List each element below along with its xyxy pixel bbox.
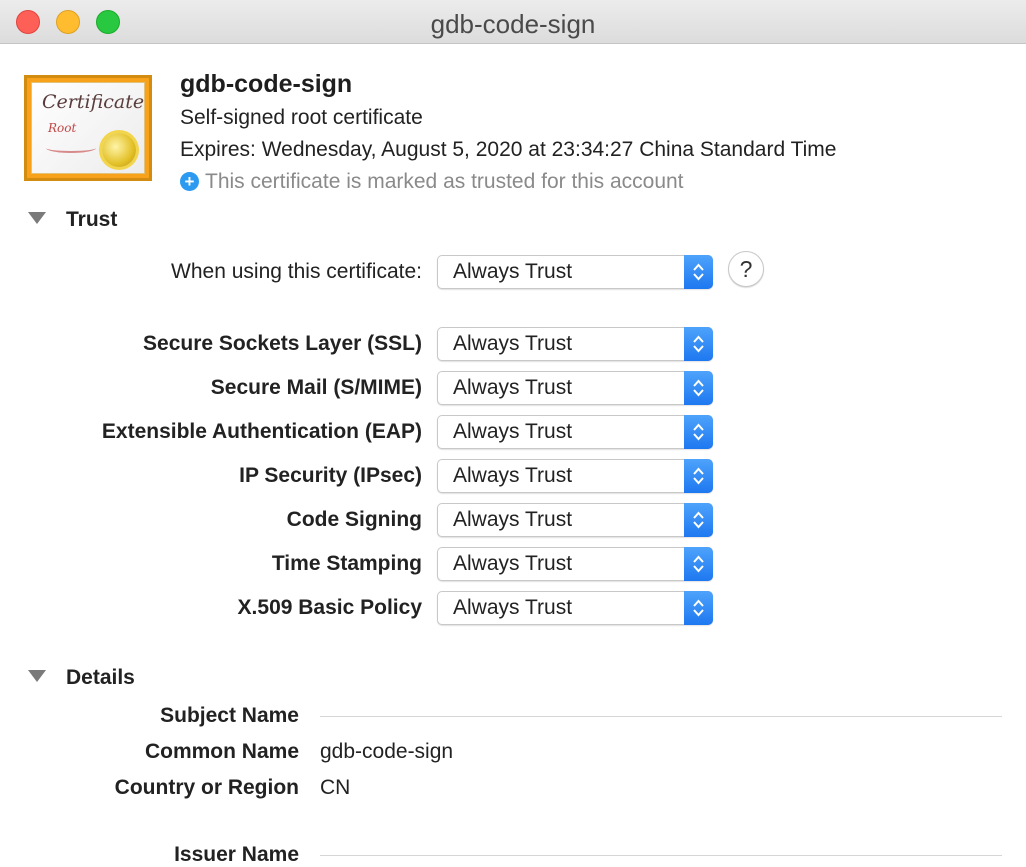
help-button[interactable]: ? (728, 251, 764, 287)
popup-arrows-icon (684, 459, 713, 493)
certificate-icon: Certificate Root (24, 75, 152, 181)
policy-popup-ipsec[interactable]: Always Trust (437, 459, 713, 493)
common-name-value: gdb-code-sign (320, 740, 454, 763)
trusted-note-text: This certificate is marked as trusted fo… (205, 170, 684, 193)
popup-arrows-icon (684, 371, 713, 405)
popup-value: Always Trust (453, 376, 573, 399)
certificate-expiry: Expires: Wednesday, August 5, 2020 at 23… (180, 138, 837, 161)
title-bar: gdb-code-sign (0, 0, 1026, 44)
country-value: CN (320, 776, 351, 799)
plus-icon: + (180, 172, 199, 191)
country-label: Country or Region (114, 776, 299, 799)
subject-name-label: Subject Name (160, 704, 299, 727)
certificate-swirl (46, 143, 96, 153)
issuer-name-label: Issuer Name (174, 843, 299, 866)
popup-value: Always Trust (453, 260, 573, 283)
policy-popup-ssl[interactable]: Always Trust (437, 327, 713, 361)
policy-label-ipsec: IP Security (IPsec) (239, 464, 422, 487)
popup-value: Always Trust (453, 508, 573, 531)
certificate-seal-icon (102, 133, 136, 167)
when-using-label: When using this certificate: (171, 260, 422, 283)
issuer-name-divider (320, 855, 1002, 856)
policy-label-x509: X.509 Basic Policy (237, 596, 422, 619)
popup-arrows-icon (684, 415, 713, 449)
popup-arrows-icon (684, 255, 713, 289)
policy-label-eap: Extensible Authentication (EAP) (101, 420, 422, 443)
policy-popup-time-stamping[interactable]: Always Trust (437, 547, 713, 581)
policy-popup-eap[interactable]: Always Trust (437, 415, 713, 449)
popup-value: Always Trust (453, 464, 573, 487)
popup-arrows-icon (684, 591, 713, 625)
policy-popup-code-signing[interactable]: Always Trust (437, 503, 713, 537)
certificate-name: gdb-code-sign (180, 70, 353, 98)
popup-arrows-icon (684, 503, 713, 537)
certificate-type: Self-signed root certificate (180, 106, 423, 129)
trusted-note: + This certificate is marked as trusted f… (180, 170, 684, 194)
policy-label-time-stamping: Time Stamping (271, 552, 422, 575)
popup-arrows-icon (684, 547, 713, 581)
certificate-icon-sub: Root (48, 121, 77, 135)
popup-value: Always Trust (453, 420, 573, 443)
trust-heading: Trust (66, 208, 118, 231)
details-heading: Details (66, 666, 135, 689)
disclosure-triangle-icon[interactable] (28, 670, 46, 682)
trust-section-header[interactable]: Trust (28, 208, 117, 232)
policy-label-ssl: Secure Sockets Layer (SSL) (143, 332, 422, 355)
window-title: gdb-code-sign (430, 9, 596, 39)
policy-label-smime: Secure Mail (S/MIME) (210, 376, 422, 399)
policy-popup-smime[interactable]: Always Trust (437, 371, 713, 405)
when-using-popup[interactable]: Always Trust (437, 255, 713, 289)
popup-value: Always Trust (453, 552, 573, 575)
disclosure-triangle-icon[interactable] (28, 212, 46, 224)
policy-popup-x509[interactable]: Always Trust (437, 591, 713, 625)
popup-arrows-icon (684, 327, 713, 361)
common-name-label: Common Name (144, 740, 299, 763)
policy-label-code-signing: Code Signing (286, 508, 422, 531)
certificate-icon-word: Certificate (42, 91, 145, 113)
subject-name-divider (320, 716, 1002, 717)
popup-value: Always Trust (453, 332, 573, 355)
details-section-header[interactable]: Details (28, 666, 135, 690)
popup-value: Always Trust (453, 596, 573, 619)
